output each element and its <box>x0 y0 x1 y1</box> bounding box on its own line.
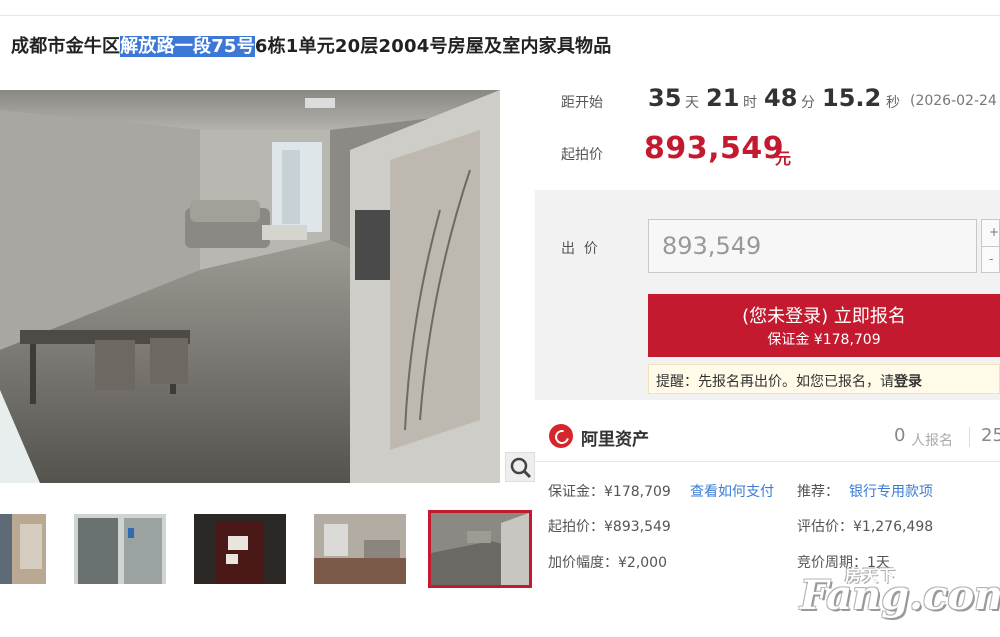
auction-start-date: (2026-02-24 <box>910 93 997 109</box>
zoom-button[interactable] <box>505 452 535 482</box>
header-divider <box>0 15 1000 16</box>
title-prefix: 成都市金牛区 <box>11 36 121 57</box>
stepper-up-button[interactable]: + <box>982 220 999 247</box>
recommend-link-wrap: 银行专用款项 <box>849 481 933 501</box>
login-link[interactable]: 登录 <box>894 374 922 390</box>
countdown-days-unit: 天 <box>685 95 699 111</box>
alibaba-asset-logo-icon <box>549 424 573 448</box>
start-price-label: 起拍价 <box>561 147 603 163</box>
start-price-unit: 元 <box>775 149 792 168</box>
countdown-minutes: 48 <box>764 84 798 112</box>
login-tip: 提醒：先报名再出价。如您已报名，请登录 <box>648 364 1000 394</box>
deposit-info: 保证金：¥178,709 <box>548 484 671 500</box>
plus-icon: + <box>989 225 1000 239</box>
thumbnail-4[interactable] <box>314 514 406 584</box>
increment-info: 加价幅度：¥2,000 <box>548 555 667 571</box>
title-suffix: 6栋1单元20层2004号房屋及室内家具物品 <box>254 36 612 57</box>
bid-label: 出 价 <box>561 241 598 257</box>
countdown-label: 距开始 <box>561 95 603 111</box>
auction-page: 成都市金牛区解放路一段75号6栋1单元20层2004号房屋及室内家具物品 距开始… <box>0 0 1000 637</box>
bid-price-input[interactable]: 893,549 <box>648 219 977 273</box>
countdown-seconds: 15.2 <box>822 84 882 112</box>
thumbnail-5[interactable] <box>428 510 532 588</box>
page-title: 成都市金牛区解放路一段75号6栋1单元20层2004号房屋及室内家具物品 <box>11 32 611 58</box>
view-count: 25 <box>981 425 1000 446</box>
bid-stepper[interactable]: + - <box>981 219 1000 273</box>
countdown-minutes-unit: 分 <box>801 95 815 111</box>
zoom-icon <box>510 457 532 479</box>
recommend-label: 推荐： <box>797 484 839 500</box>
tip-text: 提醒：先报名再出价。如您已报名，请 <box>656 374 894 390</box>
payment-help-link-wrap: 查看如何支付 <box>690 481 774 501</box>
thumbnail-3[interactable] <box>194 514 286 584</box>
thumbnail-2[interactable] <box>74 514 166 584</box>
start-price-info: 起拍价：¥893,549 <box>548 519 671 535</box>
title-highlight: 解放路一段75号 <box>120 36 255 57</box>
thumbnail-1[interactable] <box>0 514 46 584</box>
register-button-label: (您未登录) 立即报名 <box>742 306 906 327</box>
appraisal-info: 评估价：¥1,276,498 <box>797 519 934 535</box>
countdown-hours-unit: 时 <box>743 95 757 111</box>
fang-watermark: Fang.com <box>800 572 1000 619</box>
register-button-deposit: 保证金 ¥178,709 <box>767 332 881 348</box>
platform-name: 阿里资产 <box>581 430 649 450</box>
countdown-seconds-unit: 秒 <box>886 95 900 111</box>
thumbnail-strip <box>0 510 540 590</box>
register-now-button[interactable]: (您未登录) 立即报名 保证金 ¥178,709 <box>648 294 1000 357</box>
registered-count-label: 人报名 <box>911 433 953 449</box>
payment-help-link[interactable]: 查看如何支付 <box>690 484 774 500</box>
registered-count: 0 <box>894 425 906 446</box>
minus-icon[interactable]: - <box>989 252 993 266</box>
countdown-days: 35 <box>648 84 682 112</box>
start-price-value: 893,549 <box>644 131 785 166</box>
main-property-photo[interactable] <box>0 90 500 483</box>
bank-loan-link[interactable]: 银行专用款项 <box>849 484 933 500</box>
countdown-hours: 21 <box>706 84 740 112</box>
stat-divider <box>969 427 970 447</box>
